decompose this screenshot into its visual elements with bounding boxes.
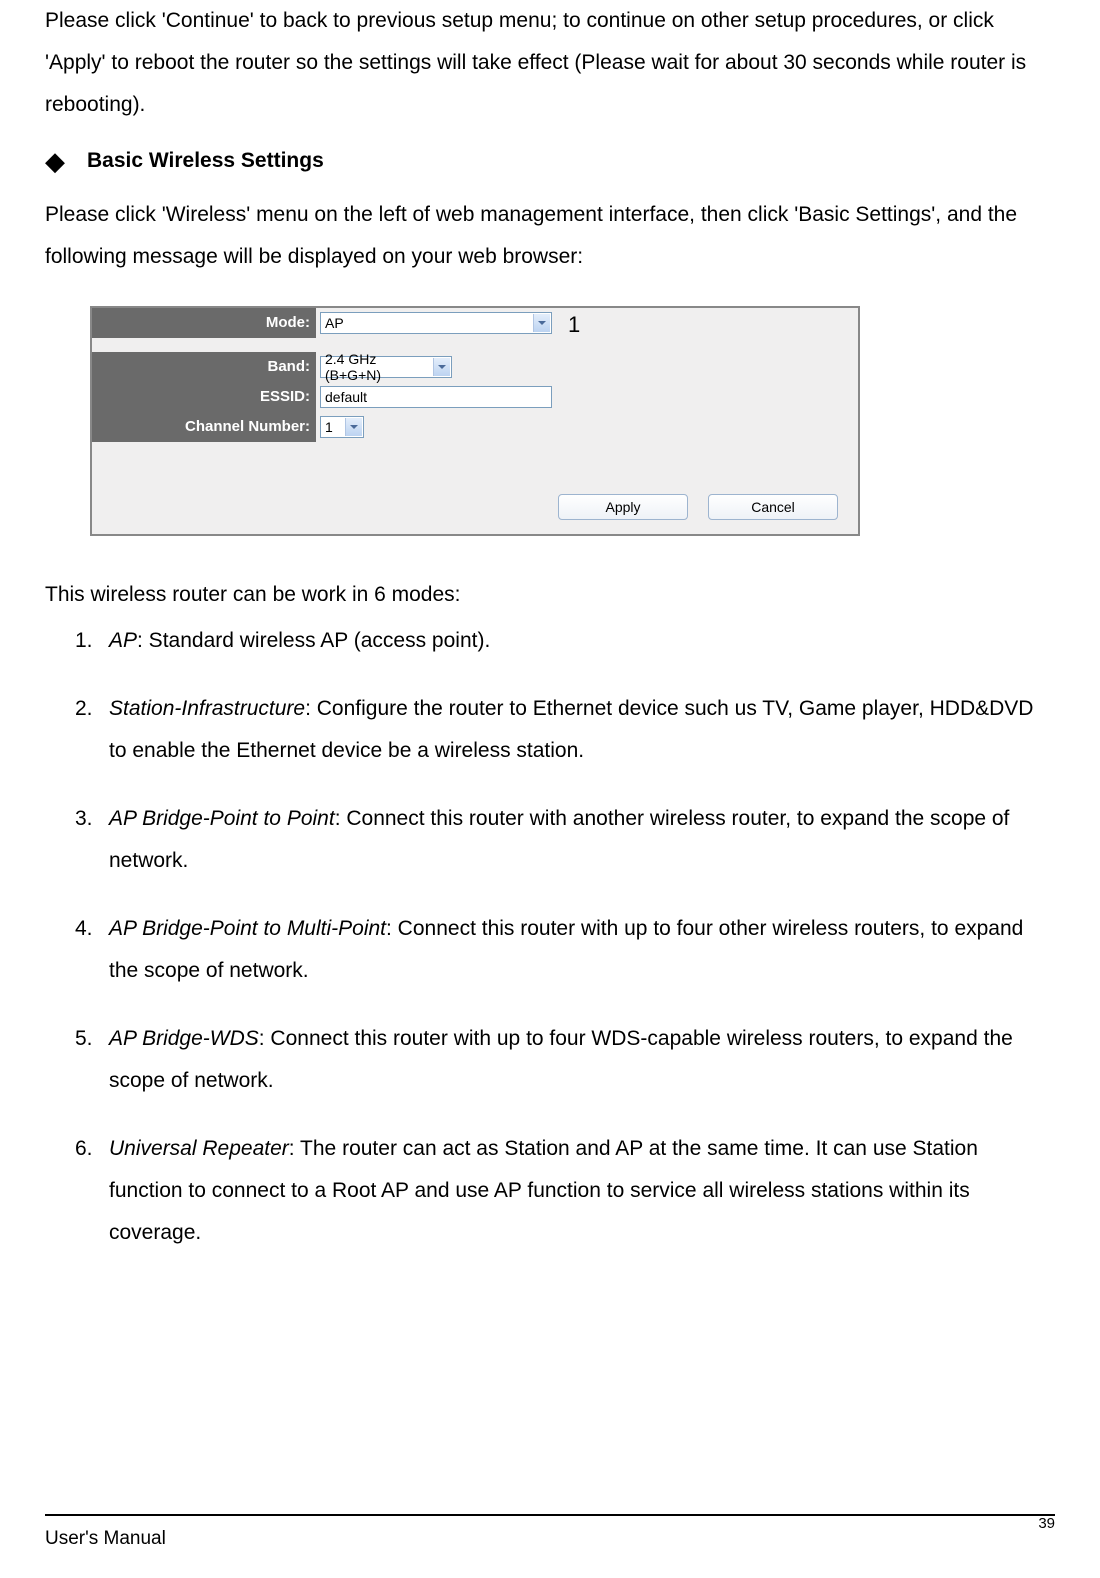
channel-select[interactable]: 1 [320, 416, 364, 438]
chevron-down-icon [533, 314, 550, 332]
apply-button[interactable]: Apply [558, 494, 688, 520]
section-title: Basic Wireless Settings [87, 149, 324, 173]
modes-list-intro: This wireless router can be work in 6 mo… [45, 574, 1055, 616]
list-number: 4. [75, 908, 99, 992]
essid-label: ESSID: [92, 382, 316, 412]
list-number: 3. [75, 798, 99, 882]
mode-select[interactable]: AP [320, 312, 552, 334]
channel-label: Channel Number: [92, 412, 316, 442]
list-number: 5. [75, 1018, 99, 1102]
channel-select-value: 1 [325, 419, 333, 435]
section-header: ◆ Basic Wireless Settings [45, 148, 1055, 174]
mode-name: Station-Infrastructure [109, 697, 305, 720]
mode-name: AP Bridge-Point to Multi-Point [109, 917, 386, 940]
list-item: 6. Universal Repeater: The router can ac… [75, 1128, 1055, 1254]
settings-screenshot: Mode: AP Band: 2.4 GHz (B+G+N) ESSID: [90, 306, 860, 536]
chevron-down-icon [345, 418, 362, 436]
mode-label: Mode: [92, 308, 316, 338]
list-item: 1. AP: Standard wireless AP (access poin… [75, 620, 1055, 662]
list-item: 4. AP Bridge-Point to Multi-Point: Conne… [75, 908, 1055, 992]
footer-divider [45, 1514, 1055, 1516]
list-number: 1. [75, 620, 99, 662]
intro-paragraph: Please click 'Continue' to back to previ… [45, 0, 1055, 126]
page-number: 39 [1038, 1515, 1055, 1532]
essid-input[interactable]: default [320, 386, 552, 408]
section-intro-paragraph: Please click 'Wireless' menu on the left… [45, 194, 1055, 278]
band-select-value: 2.4 GHz (B+G+N) [325, 351, 429, 383]
modes-list: 1. AP: Standard wireless AP (access poin… [45, 620, 1055, 1254]
diamond-bullet-icon: ◆ [45, 148, 65, 174]
band-select[interactable]: 2.4 GHz (B+G+N) [320, 356, 452, 378]
footer-text: User's Manual [45, 1528, 166, 1550]
mode-desc: : Standard wireless AP (access point). [137, 629, 490, 652]
mode-name: AP Bridge-Point to Point [109, 807, 335, 830]
mode-name: Universal Repeater [109, 1137, 289, 1160]
list-item: 2. Station-Infrastructure: Configure the… [75, 688, 1055, 772]
list-number: 2. [75, 688, 99, 772]
mode-name: AP Bridge-WDS [109, 1027, 259, 1050]
list-number: 6. [75, 1128, 99, 1254]
mode-name: AP [109, 629, 137, 652]
essid-value: default [325, 389, 367, 405]
list-item: 3. AP Bridge-Point to Point: Connect thi… [75, 798, 1055, 882]
chevron-down-icon [433, 358, 450, 376]
mode-select-value: AP [325, 315, 344, 331]
callout-number: 1 [568, 312, 580, 338]
band-label: Band: [92, 352, 316, 382]
cancel-button[interactable]: Cancel [708, 494, 838, 520]
list-item: 5. AP Bridge-WDS: Connect this router wi… [75, 1018, 1055, 1102]
